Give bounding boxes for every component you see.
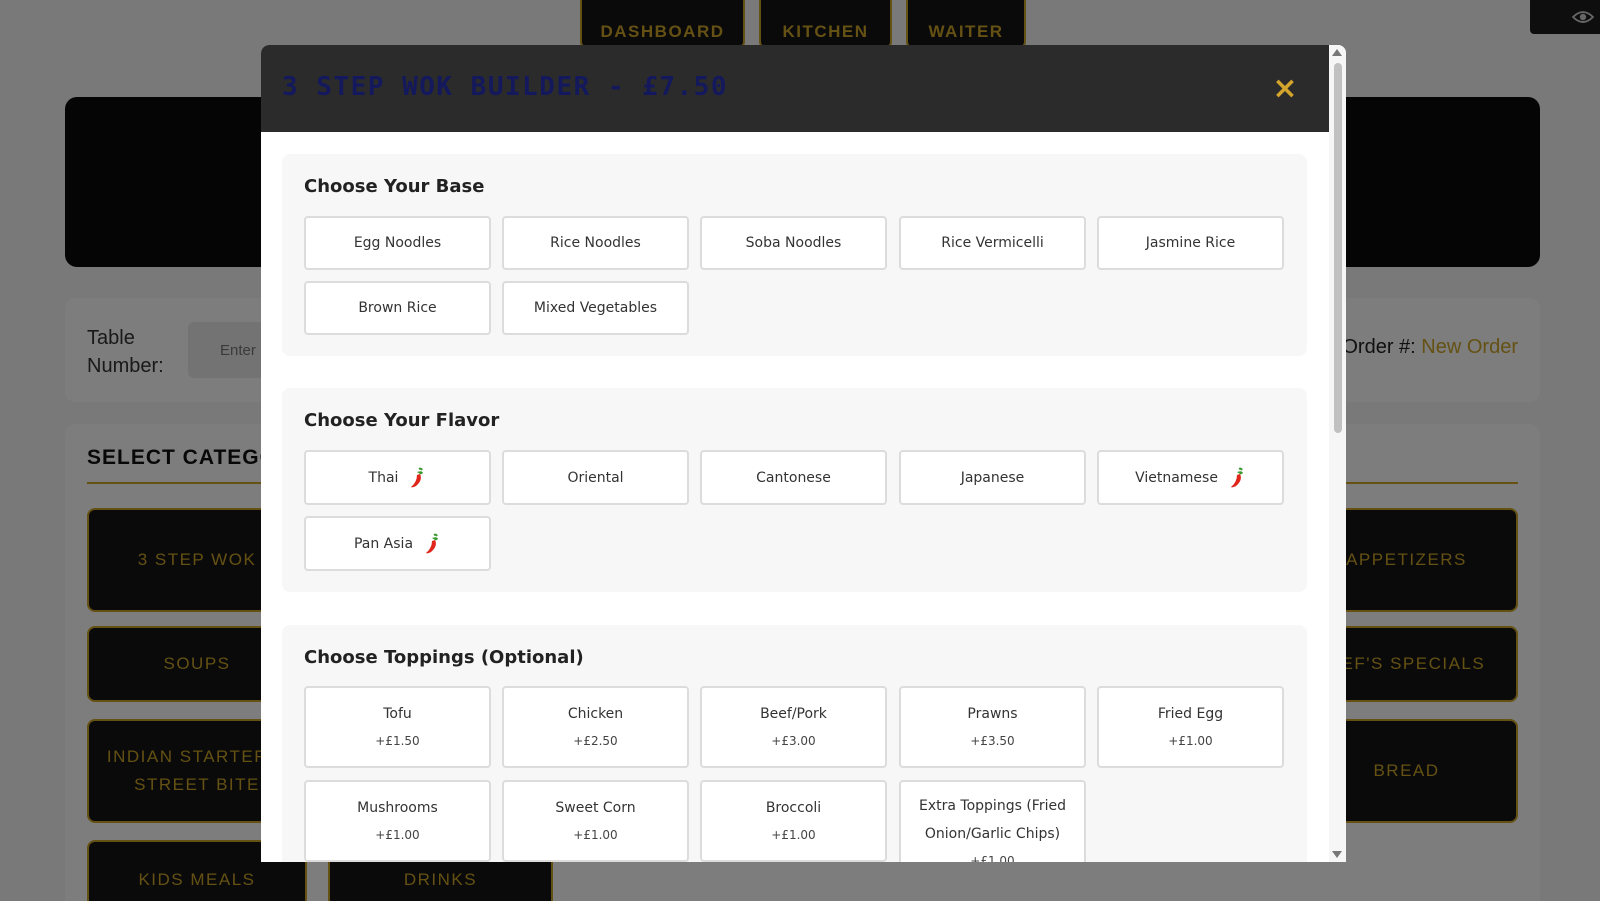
topping-label: Beef/Pork	[760, 706, 827, 722]
base-option-mixed-vegetables[interactable]: Mixed Vegetables	[502, 281, 689, 335]
topping-price: +£1.00	[970, 854, 1015, 862]
base-section-title: Choose Your Base	[304, 176, 485, 197]
modal-body: Choose Your Base Egg Noodles Rice Noodle…	[261, 132, 1329, 862]
topping-option-broccoli[interactable]: Broccoli +£1.00	[700, 780, 887, 862]
topping-option-sweet-corn[interactable]: Sweet Corn +£1.00	[502, 780, 689, 862]
topping-price: +£1.00	[1168, 734, 1213, 748]
scroll-up-arrow-icon[interactable]	[1332, 49, 1342, 56]
chili-pepper-icon	[1230, 467, 1243, 487]
modal-header: 3 STEP WOK BUILDER - £7.50 ×	[261, 45, 1329, 132]
flavor-label: Thai	[368, 469, 399, 486]
flavor-option-thai[interactable]: Thai	[304, 450, 491, 505]
base-option-rice-noodles[interactable]: Rice Noodles	[502, 216, 689, 270]
toppings-section: Choose Toppings (Optional) Tofu +£1.50 C…	[282, 625, 1307, 862]
topping-label: Extra Toppings (Fried Onion/Garlic Chips…	[919, 798, 1066, 842]
topping-option-chicken[interactable]: Chicken +£2.50	[502, 686, 689, 768]
topping-price: +£1.00	[375, 828, 420, 842]
topping-price: +£1.00	[771, 828, 816, 842]
scroll-down-arrow-icon[interactable]	[1332, 851, 1342, 858]
topping-label: Broccoli	[765, 800, 822, 816]
topping-option-mushrooms[interactable]: Mushrooms +£1.00	[304, 780, 491, 862]
topping-price: +£1.50	[375, 734, 420, 748]
close-button[interactable]: ×	[1268, 70, 1302, 106]
topping-option-fried-egg[interactable]: Fried Egg +£1.00	[1097, 686, 1284, 768]
close-icon: ×	[1272, 70, 1298, 106]
scrollbar-thumb[interactable]	[1334, 63, 1342, 433]
flavor-option-cantonese[interactable]: Cantonese	[700, 450, 887, 505]
topping-price: +£3.00	[771, 734, 816, 748]
chili-pepper-icon	[411, 467, 424, 487]
topping-price: +£1.00	[573, 828, 618, 842]
topping-label: Prawns	[967, 706, 1018, 722]
flavor-label: Vietnamese	[1135, 469, 1218, 486]
topping-option-prawns[interactable]: Prawns +£3.50	[899, 686, 1086, 768]
base-section: Choose Your Base Egg Noodles Rice Noodle…	[282, 154, 1307, 356]
flavor-section-title: Choose Your Flavor	[304, 410, 500, 431]
base-option-rice-vermicelli[interactable]: Rice Vermicelli	[899, 216, 1086, 270]
topping-label: Chicken	[567, 706, 624, 722]
flavor-option-oriental[interactable]: Oriental	[502, 450, 689, 505]
flavor-option-vietnamese[interactable]: Vietnamese	[1097, 450, 1284, 505]
base-option-jasmine-rice[interactable]: Jasmine Rice	[1097, 216, 1284, 270]
toppings-section-title: Choose Toppings (Optional)	[304, 647, 584, 668]
topping-option-beef-pork[interactable]: Beef/Pork +£3.00	[700, 686, 887, 768]
topping-label: Mushrooms	[357, 800, 438, 816]
modal-title: 3 STEP WOK BUILDER - £7.50	[282, 72, 728, 102]
topping-label: Fried Egg	[1157, 706, 1224, 722]
chili-pepper-icon	[426, 533, 439, 553]
base-option-egg-noodles[interactable]: Egg Noodles	[304, 216, 491, 270]
topping-option-extra-toppings[interactable]: Extra Toppings (Fried Onion/Garlic Chips…	[899, 780, 1086, 862]
base-option-brown-rice[interactable]: Brown Rice	[304, 281, 491, 335]
flavor-label: Pan Asia	[353, 535, 414, 552]
wok-builder-modal: 3 STEP WOK BUILDER - £7.50 × Choose Your…	[261, 45, 1346, 862]
topping-price: +£2.50	[573, 734, 618, 748]
topping-label: Sweet Corn	[555, 800, 636, 816]
topping-price: +£3.50	[970, 734, 1015, 748]
flavor-option-pan-asia[interactable]: Pan Asia	[304, 516, 491, 571]
base-option-soba-noodles[interactable]: Soba Noodles	[700, 216, 887, 270]
topping-label: Tofu	[383, 706, 412, 722]
flavor-option-japanese[interactable]: Japanese	[899, 450, 1086, 505]
topping-option-tofu[interactable]: Tofu +£1.50	[304, 686, 491, 768]
modal-scrollbar[interactable]	[1329, 45, 1346, 862]
flavor-section: Choose Your Flavor Thai Oriental Cantone…	[282, 388, 1307, 592]
